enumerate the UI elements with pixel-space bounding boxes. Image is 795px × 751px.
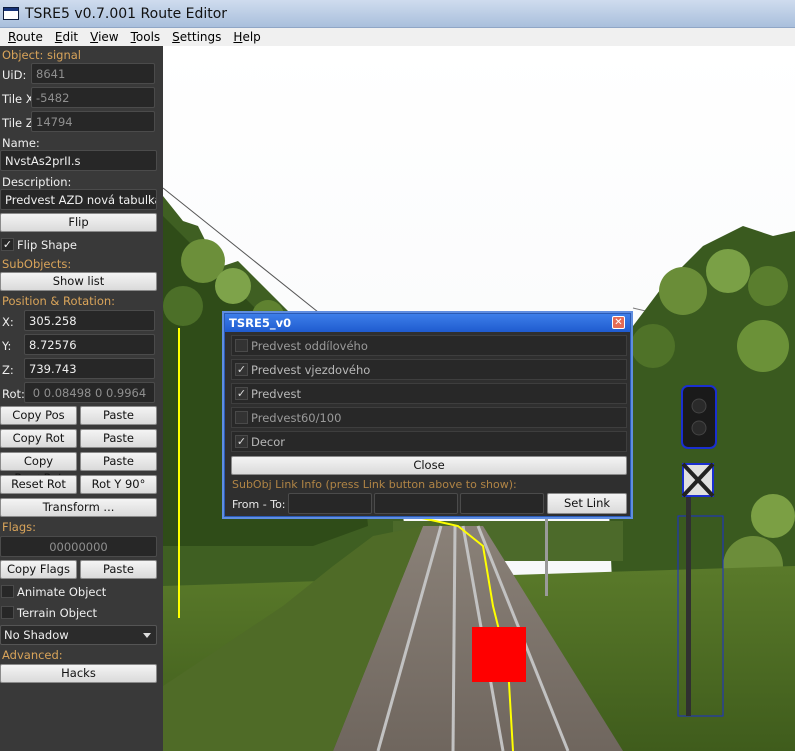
reset-rot-button[interactable]: Reset Rot — [0, 475, 77, 494]
z-label: Z: — [2, 363, 14, 377]
subobject-label: Predvest vjezdového — [251, 363, 371, 377]
paste-pos-rot-button[interactable]: Paste — [80, 452, 157, 471]
flip-shape-checkbox[interactable]: ✓ — [1, 238, 14, 251]
menu-view[interactable]: View — [84, 30, 124, 44]
link-info-label: SubObj Link Info (press Link button abov… — [232, 478, 517, 491]
link-field[interactable] — [460, 493, 544, 514]
properties-panel: Object: signal UiD: 8641 Tile X: -5482 T… — [0, 46, 163, 751]
tile-x-field[interactable]: -5482 — [31, 87, 155, 108]
from-to-label: From - To: — [232, 498, 286, 511]
y-label: Y: — [2, 339, 12, 353]
subobject-item[interactable]: ✓ Predvest — [231, 383, 627, 404]
object-type-label: Object: signal — [2, 48, 82, 62]
subobject-item[interactable]: Predvest oddílového — [231, 335, 627, 356]
hacks-button[interactable]: Hacks — [0, 664, 157, 683]
flip-button[interactable]: Flip — [0, 213, 157, 232]
title-bar: TSRE5 v0.7.001 Route Editor — [0, 0, 795, 28]
tile-z-field[interactable]: 14794 — [31, 111, 155, 132]
uid-field[interactable]: 8641 — [31, 63, 155, 84]
description-field[interactable]: Predvest AZD nová tabulka — [0, 189, 157, 210]
copy-pos-button[interactable]: Copy Pos — [0, 406, 77, 425]
subobject-checkbox[interactable]: ✓ — [235, 363, 248, 376]
menu-help[interactable]: Help — [227, 30, 266, 44]
subobject-label: Predvest oddílového — [251, 339, 368, 353]
close-icon[interactable]: ✕ — [612, 316, 625, 329]
subobject-item[interactable]: ✓ Predvest vjezdového — [231, 359, 627, 380]
dialog-title-bar: TSRE5_v0 ✕ — [225, 314, 630, 332]
paste-rot-button[interactable]: Paste — [80, 429, 157, 448]
animate-object-label: Animate Object — [17, 585, 107, 599]
subobject-label: Predvest — [251, 387, 301, 401]
shadow-select[interactable]: No Shadow — [0, 625, 157, 645]
subobject-label: Decor — [251, 435, 286, 449]
description-label: Description: — [2, 175, 72, 189]
from-field[interactable] — [288, 493, 372, 514]
rot-field[interactable]: 0 0.08498 0 0.9964 — [24, 382, 155, 403]
x-label: X: — [2, 315, 14, 329]
copy-flags-button[interactable]: Copy Flags — [0, 560, 77, 579]
menu-bar: Route Edit View Tools Settings Help — [0, 28, 795, 46]
terrain-object-checkbox[interactable] — [1, 606, 14, 619]
advanced-label: Advanced: — [2, 648, 63, 662]
menu-route[interactable]: Route — [2, 30, 49, 44]
transform-button[interactable]: Transform ... — [0, 498, 157, 517]
subobjects-label: SubObjects: — [2, 257, 72, 271]
y-field[interactable]: 8.72576 — [24, 334, 155, 355]
menu-settings[interactable]: Settings — [166, 30, 227, 44]
subobject-label: Predvest60/100 — [251, 411, 342, 425]
name-label: Name: — [2, 136, 40, 150]
to-field[interactable] — [374, 493, 458, 514]
subobject-checkbox[interactable] — [235, 411, 248, 424]
subobject-item[interactable]: ✓ Decor — [231, 431, 627, 452]
subobject-checkbox[interactable]: ✓ — [235, 387, 248, 400]
subobjects-dialog: TSRE5_v0 ✕ Predvest oddílového ✓ Predves… — [224, 313, 631, 517]
flags-field[interactable]: 00000000 — [0, 536, 157, 557]
dialog-close-button[interactable]: Close — [231, 456, 627, 475]
shadow-select-value: No Shadow — [4, 628, 69, 642]
menu-edit[interactable]: Edit — [49, 30, 84, 44]
show-list-button[interactable]: Show list — [0, 272, 157, 291]
dialog-title: TSRE5_v0 — [229, 316, 292, 330]
chevron-down-icon — [143, 633, 151, 638]
uid-label: UiD: — [2, 68, 27, 82]
paste-pos-button[interactable]: Paste — [80, 406, 157, 425]
subobject-checkbox[interactable]: ✓ — [235, 435, 248, 448]
animate-object-checkbox[interactable] — [1, 585, 14, 598]
set-link-button[interactable]: Set Link — [547, 493, 627, 514]
flip-shape-label: Flip Shape — [17, 238, 77, 252]
rot-label: Rot: — [2, 387, 25, 401]
subobject-item[interactable]: Predvest60/100 — [231, 407, 627, 428]
copy-pos-rot-button[interactable]: Copy Pos+Rot — [0, 452, 77, 485]
x-field[interactable]: 305.258 — [24, 310, 155, 331]
app-icon — [3, 7, 19, 20]
name-field[interactable]: NvstAs2prII.s — [0, 150, 157, 171]
selected-object-marker[interactable] — [472, 627, 526, 682]
window-title: TSRE5 v0.7.001 Route Editor — [25, 5, 228, 22]
terrain-object-label: Terrain Object — [17, 606, 98, 620]
copy-rot-button[interactable]: Copy Rot — [0, 429, 77, 448]
rot-y-90-button[interactable]: Rot Y 90° — [80, 475, 157, 494]
subobject-checkbox[interactable] — [235, 339, 248, 352]
z-field[interactable]: 739.743 — [24, 358, 155, 379]
paste-flags-button[interactable]: Paste — [80, 560, 157, 579]
position-rotation-label: Position & Rotation: — [2, 294, 116, 308]
menu-tools[interactable]: Tools — [125, 30, 167, 44]
flags-label: Flags: — [2, 520, 37, 534]
